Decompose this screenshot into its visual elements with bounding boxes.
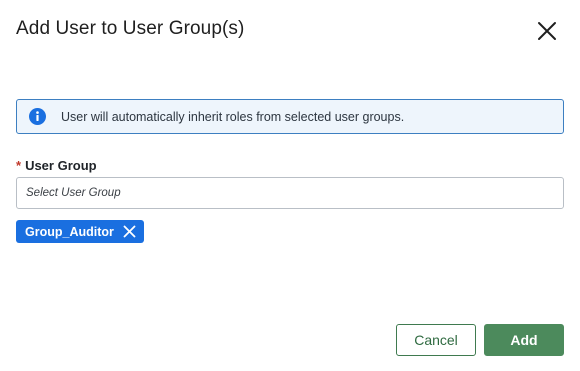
cancel-button[interactable]: Cancel — [396, 324, 476, 356]
add-button[interactable]: Add — [484, 324, 564, 356]
close-icon — [123, 225, 136, 238]
close-icon — [537, 21, 557, 46]
user-group-select[interactable] — [16, 177, 564, 209]
add-user-to-group-dialog: Add User to User Group(s) User will auto… — [0, 0, 580, 371]
close-button[interactable] — [534, 20, 560, 46]
chip-remove-button[interactable] — [122, 224, 138, 240]
chip-label: Group_Auditor — [25, 224, 114, 239]
selected-group-chip: Group_Auditor — [16, 220, 144, 243]
info-message: User will automatically inherit roles fr… — [61, 109, 405, 124]
user-group-label: * User Group — [16, 158, 97, 173]
dialog-title: Add User to User Group(s) — [16, 18, 245, 39]
user-group-label-text: User Group — [25, 158, 97, 173]
info-banner: User will automatically inherit roles fr… — [16, 99, 564, 134]
required-marker: * — [16, 158, 22, 173]
info-icon — [29, 108, 46, 125]
